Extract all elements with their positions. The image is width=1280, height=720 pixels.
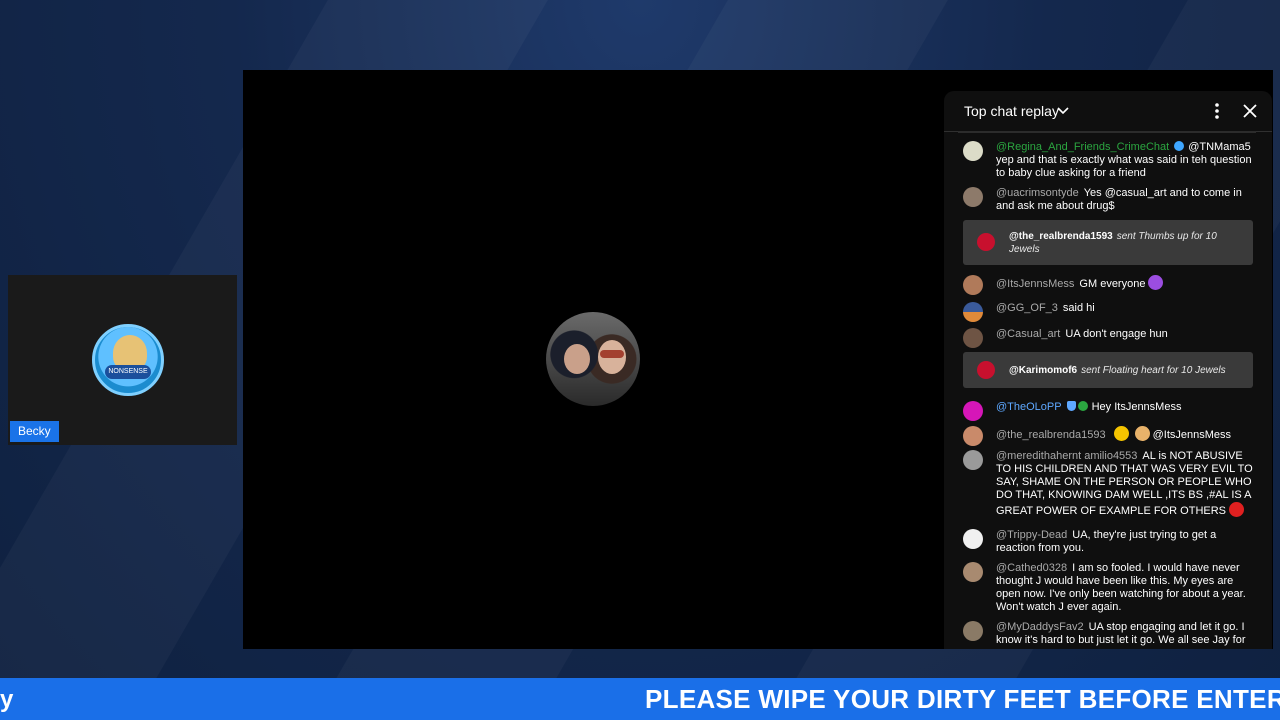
user-avatar[interactable] (963, 426, 983, 446)
chat-author[interactable]: @the_realbrenda1593 (1009, 231, 1113, 242)
chat-scroll-indicator[interactable] (958, 131, 1256, 133)
sun-icon (1113, 426, 1129, 441)
chat-message: @Trippy-Dead UA, they're just trying to g… (963, 529, 1258, 555)
chat-title[interactable]: Top chat replay (964, 103, 1059, 119)
user-avatar[interactable] (963, 141, 983, 161)
chat-author[interactable]: @Casual_art (996, 328, 1060, 340)
chat-author[interactable]: @Karimomof6 (1009, 365, 1077, 376)
chat-message: @GG_OF_3 said hi (963, 302, 1258, 322)
user-avatar[interactable] (963, 187, 983, 207)
user-avatar[interactable] (963, 328, 983, 348)
red-heart-icon (1229, 502, 1245, 517)
news-ticker: y PLEASE WIPE YOUR DIRTY FEET BEFORE ENT… (0, 678, 1280, 720)
chat-author[interactable]: @MyDaddysFav2 (996, 621, 1084, 633)
host-avatar (546, 312, 640, 406)
chat-message: @Regina_And_Friends_CrimeChat @TNMama5 ye… (963, 141, 1258, 180)
chat-text: GM everyone (1079, 278, 1146, 290)
host-avatar-glasses (600, 350, 624, 358)
user-avatar[interactable] (963, 562, 983, 582)
guest-video-tile: NONSENSE (8, 275, 237, 445)
ticker-text: PLEASE WIPE YOUR DIRTY FEET BEFORE ENTER… (645, 684, 1280, 714)
chat-author[interactable]: @Regina_And_Friends_CrimeChat (996, 141, 1169, 153)
jewel-gift-message: @the_realbrenda1593 sent Thumbs up for 10… (963, 220, 1253, 265)
chat-message: @MyDaddysFav2 UA stop engaging and let it… (963, 621, 1258, 647)
user-avatar[interactable] (963, 302, 983, 322)
jewel-gift-icon (977, 361, 995, 379)
ticker-fragment: y (0, 686, 14, 713)
chat-author[interactable]: @the_realbrenda1593 (996, 429, 1106, 441)
chat-header: Top chat replay (944, 91, 1272, 132)
chat-text: UA don't engage hun (1065, 328, 1168, 340)
chat-author[interactable]: @TheOLoPP (996, 401, 1062, 413)
more-options-icon[interactable] (1207, 101, 1227, 121)
chat-message: @Casual_art UA don't engage hun (963, 328, 1258, 348)
chat-text: @ItsJennsMess (1152, 429, 1232, 441)
chat-author[interactable]: @Cathed0328 (996, 562, 1067, 574)
host-avatar-face (564, 344, 590, 374)
purple-heart-icon (1148, 275, 1164, 290)
chevron-down-icon[interactable] (1056, 103, 1070, 117)
user-avatar[interactable] (963, 450, 983, 470)
chat-author[interactable]: @GG_OF_3 (996, 302, 1058, 314)
chat-author[interactable]: @Trippy-Dead (996, 529, 1067, 541)
chat-panel: Top chat replay @Regina_And_Friends_Crim… (944, 91, 1272, 649)
verified-icon (1174, 141, 1185, 151)
chat-message: @the_realbrenda1593 @ItsJennsMess (963, 426, 1258, 446)
chat-text: Hey ItsJennsMess (1091, 401, 1182, 413)
jewel-text: sent Floating heart for 10 Jewels (1081, 365, 1226, 376)
jewel-gift-message: @Karimomof6 sent Floating heart for 10 Je… (963, 352, 1253, 388)
user-avatar[interactable] (963, 275, 983, 295)
guest-name-tag: Becky (10, 421, 59, 442)
chat-author[interactable]: @meredithahernt amilio4553 (996, 450, 1137, 462)
guest-avatar: NONSENSE (92, 324, 164, 396)
woman-emoji-icon (1134, 426, 1150, 441)
chat-author[interactable]: @ItsJennsMess (996, 278, 1074, 290)
chat-text: said hi (1062, 302, 1095, 314)
close-icon[interactable] (1240, 101, 1260, 121)
chat-message: @uacrimsontyde Yes @casual_art and to com… (963, 187, 1258, 213)
user-avatar[interactable] (963, 621, 983, 641)
user-avatar[interactable] (963, 401, 983, 421)
member-badge-icon (1077, 401, 1088, 411)
moderator-icon (1066, 401, 1076, 411)
user-avatar[interactable] (963, 529, 983, 549)
chat-message: @ItsJennsMess GM everyone (963, 275, 1258, 295)
chat-message: @meredithahernt amilio4553 AL is NOT ABUS… (963, 450, 1258, 518)
guest-avatar-badge: NONSENSE (105, 365, 151, 379)
chat-message: @Cathed0328 I am so fooled. I would have … (963, 562, 1258, 614)
jewel-gift-icon (977, 233, 995, 251)
chat-message: @TheOLoPP Hey ItsJennsMess (963, 401, 1258, 421)
chat-author[interactable]: @uacrimsontyde (996, 187, 1079, 199)
